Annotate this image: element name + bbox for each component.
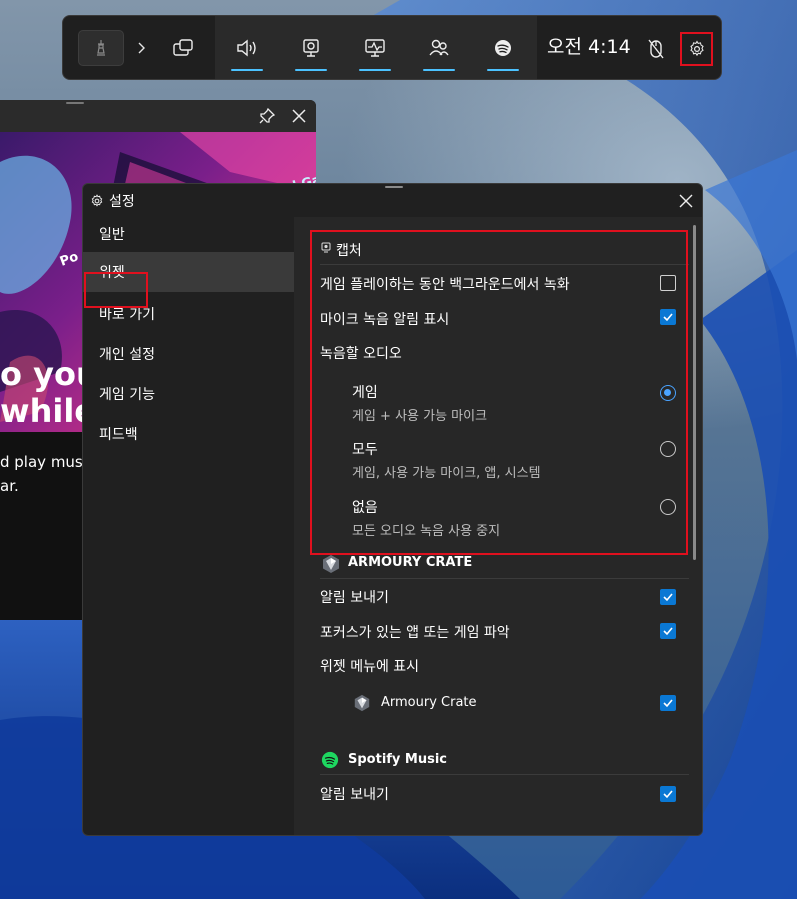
home-button[interactable] — [78, 29, 124, 66]
active-indicator — [231, 69, 263, 71]
section-header-armoury-crate: ARMOURY CRATE — [348, 555, 473, 570]
pin-icon[interactable] — [258, 107, 276, 125]
drag-handle[interactable] — [385, 186, 403, 188]
checkmark-icon — [663, 593, 673, 602]
spotify-notify-checkbox[interactable] — [660, 786, 676, 802]
spotify-icon — [321, 751, 339, 769]
section-header-spotify: Spotify Music — [348, 752, 448, 767]
audio-icon — [237, 39, 256, 56]
highlight-box — [84, 272, 148, 308]
widget-buttons-group — [215, 16, 537, 79]
settings-content: 캡처 게임 플레이하는 동안 백그라운드에서 녹화 마이크 녹음 알림 표시 녹… — [294, 217, 702, 835]
armoury-menu-label: 위젯 메뉴에 표시 — [320, 659, 420, 675]
chevron-right-icon — [138, 42, 145, 53]
checkmark-icon — [663, 790, 673, 799]
settings-window: 설정 일반 위젯 바로 가기 개인 설정 게임 기능 피드백 캡처 게임 플레이… — [82, 183, 703, 836]
armoury-crate-icon — [323, 555, 339, 573]
widget-store-button[interactable] — [155, 16, 211, 79]
checkmark-icon — [663, 627, 673, 636]
promo-text: d play music — [0, 453, 96, 471]
capture-icon — [303, 38, 319, 57]
spotify-icon — [495, 39, 511, 56]
highlight-box — [310, 230, 688, 555]
scrollbar[interactable] — [693, 225, 696, 560]
nav-item-feedback[interactable]: 피드백 — [83, 414, 294, 454]
chess-icon — [97, 39, 105, 56]
capture-widget-button[interactable] — [283, 16, 339, 79]
game-bar-toolbar: 오전 4:14 — [62, 15, 722, 80]
clock: 오전 4:14 — [547, 36, 631, 58]
promo-text: ar. — [0, 477, 19, 495]
armoury-app-label: Armoury Crate — [381, 695, 477, 710]
close-button[interactable] — [676, 191, 696, 211]
close-icon[interactable] — [290, 107, 308, 125]
active-indicator — [359, 69, 391, 71]
nav-item-general[interactable]: 일반 — [83, 214, 294, 254]
widget-titlebar[interactable] — [0, 100, 316, 132]
xbox-social-icon — [429, 39, 449, 55]
settings-title: 설정 — [109, 194, 135, 210]
armoury-focus-label: 포커스가 있는 앱 또는 게임 파악 — [320, 625, 510, 641]
checkmark-icon — [663, 699, 673, 708]
divider — [320, 774, 689, 775]
nav-item-gaming-features[interactable]: 게임 기능 — [83, 374, 294, 414]
divider — [320, 578, 689, 579]
active-indicator — [423, 69, 455, 71]
settings-titlebar[interactable]: 설정 — [83, 184, 702, 217]
mouse-lock-icon — [648, 39, 664, 59]
close-icon — [679, 194, 693, 208]
expand-button[interactable] — [128, 30, 154, 66]
active-indicator — [487, 69, 519, 71]
performance-widget-button[interactable] — [347, 16, 403, 79]
settings-button[interactable] — [680, 32, 713, 66]
nav-item-personalization[interactable]: 개인 설정 — [83, 334, 294, 374]
armoury-focus-checkbox[interactable] — [660, 623, 676, 639]
mouse-lock-button[interactable] — [641, 34, 671, 64]
spotify-notify-label: 알림 보내기 — [320, 787, 389, 803]
widget-store-icon — [173, 38, 193, 56]
xbox-social-widget-button[interactable] — [411, 16, 467, 79]
armoury-notify-checkbox[interactable] — [660, 589, 676, 605]
gear-icon — [91, 194, 103, 207]
performance-icon — [365, 38, 385, 57]
audio-widget-button[interactable] — [219, 16, 275, 79]
active-indicator — [295, 69, 327, 71]
armoury-crate-icon — [354, 694, 370, 712]
drag-handle[interactable] — [66, 102, 84, 104]
settings-nav: 일반 위젯 바로 가기 개인 설정 게임 기능 피드백 — [83, 214, 294, 835]
spotify-widget-button[interactable] — [475, 16, 531, 79]
armoury-app-checkbox[interactable] — [660, 695, 676, 711]
gear-icon — [689, 40, 704, 57]
armoury-notify-label: 알림 보내기 — [320, 590, 389, 606]
